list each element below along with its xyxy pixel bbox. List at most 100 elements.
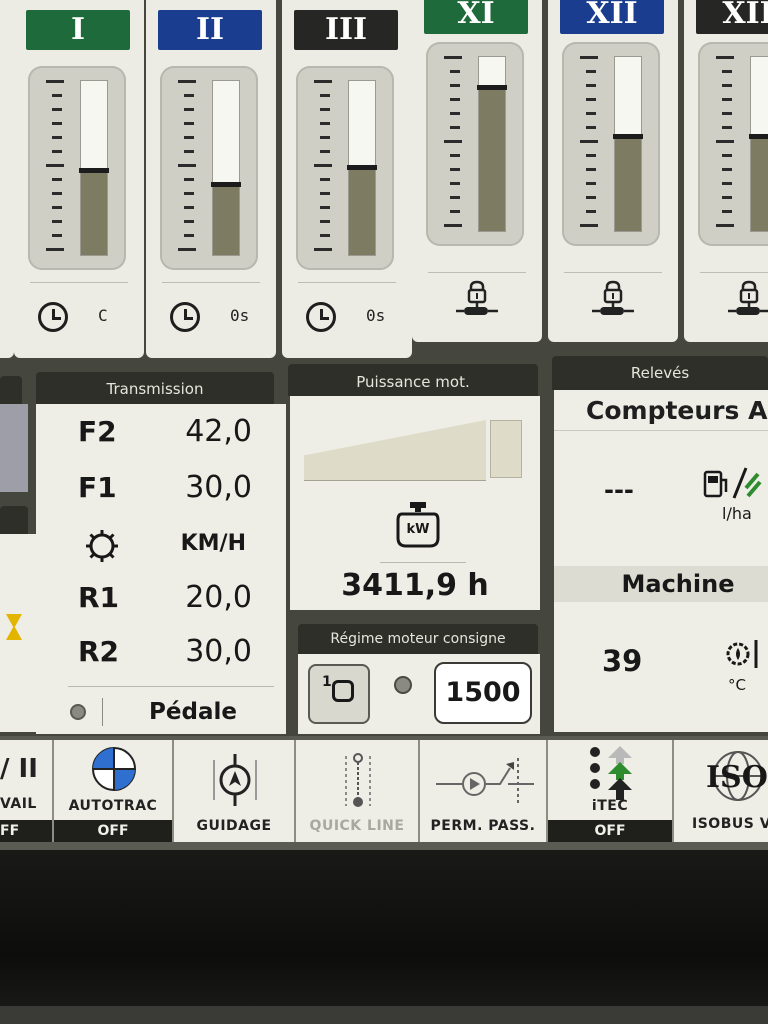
valve-timer-text: 0s [366,306,386,325]
gauge-tick [580,140,598,143]
valve-timer-text: 0s [230,306,250,325]
gauge-tick [178,248,196,251]
itec-button[interactable]: iTEC OFF [548,740,674,842]
counters-divider [554,430,768,431]
engine-hours-divider [380,562,466,563]
gauge-tick [178,80,196,83]
gauge-tick [586,98,596,101]
gauge-ticks [178,80,196,256]
coolant-temp-icon [722,636,762,672]
gauge-tick [46,164,64,167]
gauge-tick [450,84,460,87]
gauge-tick [314,164,332,167]
temperature-unit: °C [728,676,746,694]
valve-column[interactable]: IC [14,0,144,358]
valve-flow-bar [211,80,241,256]
vail-button[interactable]: / II VAIL FF [0,740,54,842]
left-partial-header-2 [0,506,28,534]
gauge-tick [450,196,460,199]
autotrac-button[interactable]: AUTOTRAC OFF [54,740,174,842]
valve-footer[interactable]: C [14,290,144,350]
valve-flow-gauge[interactable] [160,66,258,270]
valve-flow-gauge[interactable] [426,42,524,246]
perm-pass-button[interactable]: PERM. PASS. [420,740,548,842]
gauge-ticks [314,80,332,256]
valve-footer[interactable] [548,280,678,340]
gauge-ticks [716,56,734,232]
gauge-tick [580,56,598,59]
quick-line-button[interactable]: QUICK LINE [296,740,420,842]
gear-label: F2 [78,415,117,448]
gauge-tick [716,56,734,59]
vail-status: FF [0,820,52,842]
valve-column[interactable]: XII [684,0,768,342]
engine-power-header: Puissance mot. [288,364,538,396]
gauge-tick [586,154,596,157]
valve-column-partial [0,0,14,358]
valve-flow-bar [79,80,109,256]
quick-line-icon [340,752,376,810]
gauge-tick [52,108,62,111]
pedal-mode[interactable]: Pédale [118,696,268,728]
valve-column[interactable]: II 0s [146,0,276,358]
itec-status: OFF [548,820,672,842]
gauge-tick [184,178,194,181]
engine-speed-mode-button[interactable]: 1 [308,664,370,724]
engine-speed-input[interactable]: 1500 [434,662,532,724]
engine-speed-header: Régime moteur consigne [298,624,538,654]
gauge-tick [320,234,330,237]
autotrac-label: AUTOTRAC [68,798,158,814]
gear-speed-value: 42,0 [185,414,252,449]
gauge-tick [320,150,330,153]
transmission-row: KM/H [36,518,276,570]
valve-footer[interactable] [684,280,768,340]
gauge-tick [52,178,62,181]
valve-footer[interactable] [412,280,542,340]
autotrac-status: OFF [54,820,172,842]
isobus-button[interactable]: ISO ISOBUS V [674,740,768,842]
guidance-button[interactable]: GUIDAGE [174,740,296,842]
gauge-tick [320,192,330,195]
gauge-tick [450,112,460,115]
gear-speed-value: KM/H [180,531,246,556]
valve-column[interactable]: XII [548,0,678,342]
valve-footer[interactable]: 0s [282,290,412,350]
valve-column[interactable]: III 0s [282,0,412,358]
gauge-tick [722,84,732,87]
counters-label: Compteurs A [586,396,768,425]
valve-flow-gauge[interactable] [28,66,126,270]
valve-flow-gauge[interactable] [296,66,394,270]
gauge-tick [722,98,732,101]
gauge-tick [46,248,64,251]
valve-flow-fill [477,85,507,231]
gauge-tick [722,168,732,171]
gauge-tick [184,136,194,139]
valve-header: I [26,10,130,50]
gauge-tick [320,178,330,181]
gauge-tick [450,126,460,129]
gauge-tick [450,168,460,171]
pedal-separator [102,698,103,726]
gauge-tick [320,206,330,209]
left-partial-header [0,376,22,404]
engine-kw-icon: kW [396,500,440,548]
gauge-tick [184,108,194,111]
valve-flow-gauge[interactable] [698,42,768,246]
engine-hours: 3411,9 h [341,568,489,603]
machine-label: Machine [621,570,735,598]
lock-cylinder-icon [726,280,768,320]
gauge-tick [586,126,596,129]
valve-column[interactable]: XI [412,0,542,342]
valve-flow-gauge[interactable] [562,42,660,246]
engine-speed-mode-number: 1 [322,674,332,690]
valve-footer[interactable]: 0s [146,290,276,350]
valve-flow-bar [749,56,768,232]
hourglass-icon [6,614,22,640]
readings-header: Relevés [552,356,768,390]
gauge-tick [450,210,460,213]
gauge-tick [184,192,194,195]
valve-divider [298,282,396,283]
gauge-tick [184,122,194,125]
gear-speed-value: 30,0 [185,634,252,669]
left-partial-panel-top [0,404,28,492]
